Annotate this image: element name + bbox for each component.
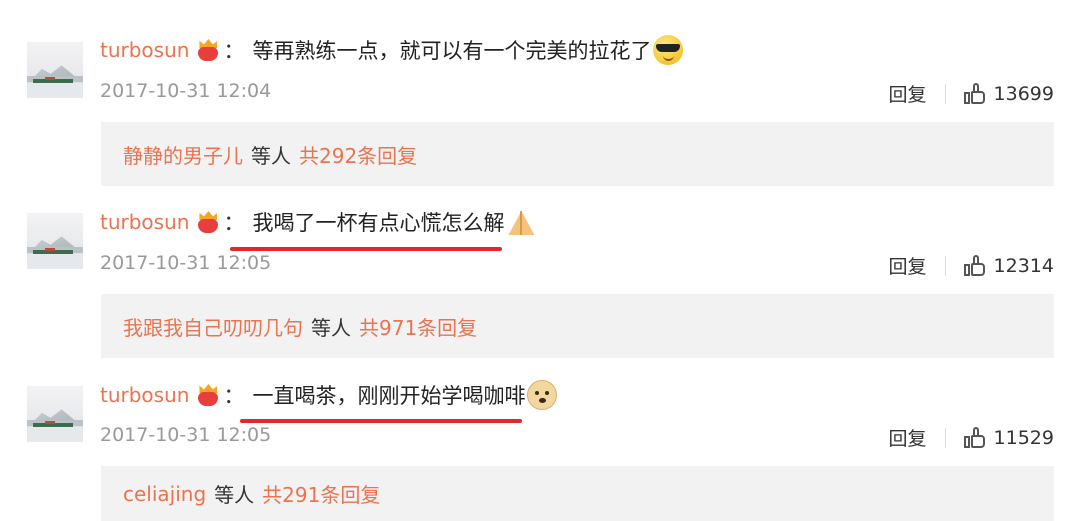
comment-line: turbosun ： 我喝了一杯有点心慌怎么解 (100, 207, 536, 237)
thumbs-up-icon[interactable] (963, 426, 986, 449)
reply-user-link[interactable]: 我跟我自己叨叨几句 (123, 312, 303, 341)
vip-crown-heart-icon (195, 384, 221, 406)
doge-emoji-icon (527, 380, 558, 410)
divider (944, 255, 946, 276)
comment-actions: 回复 11529 (889, 424, 1054, 451)
praying-hands-emoji-icon (506, 207, 536, 237)
reply-button[interactable]: 回复 (889, 252, 927, 279)
comment-timestamp: 2017-10-31 12:05 (100, 252, 272, 274)
avatar[interactable] (27, 213, 83, 269)
reply-count-link[interactable]: 共291条回复 (262, 479, 380, 508)
colon: ： (223, 384, 245, 408)
red-underline-annotation (230, 247, 502, 251)
thumbs-up-icon[interactable] (963, 254, 986, 277)
sub-replies-link[interactable]: celiajing 等人 共291条回复 (101, 466, 1054, 521)
comment-text: 我喝了一杯有点心慌怎么解 (252, 211, 505, 235)
reply-user-link[interactable]: celiajing (123, 482, 206, 506)
divider (944, 427, 946, 448)
reply-others-text: 等人 (214, 483, 255, 507)
reply-others-text: 等人 (311, 315, 351, 340)
like-count[interactable]: 11529 (994, 427, 1054, 449)
avatar[interactable] (27, 386, 83, 442)
vip-crown-heart-icon (195, 211, 221, 233)
sub-replies-link[interactable]: 我跟我自己叨叨几句 等人 共971条回复 (101, 294, 1054, 358)
comment-actions: 回复 12314 (889, 252, 1054, 279)
reply-button[interactable]: 回复 (889, 424, 927, 451)
username-link[interactable]: turbosun (100, 383, 189, 407)
comment-item: turbosun ： 一直喝茶，刚刚开始学喝咖啡 2017-10-31 12:0… (0, 0, 1080, 521)
comment-line: turbosun ： 一直喝茶，刚刚开始学喝咖啡 (100, 380, 558, 410)
colon: ： (223, 211, 245, 235)
like-count[interactable]: 12314 (994, 255, 1054, 277)
red-underline-annotation (240, 419, 522, 423)
username-link[interactable]: turbosun (100, 210, 189, 234)
comment-timestamp: 2017-10-31 12:05 (100, 424, 272, 446)
reply-count-link[interactable]: 共971条回复 (359, 312, 477, 341)
comment-text: 一直喝茶，刚刚开始学喝咖啡 (252, 384, 526, 408)
